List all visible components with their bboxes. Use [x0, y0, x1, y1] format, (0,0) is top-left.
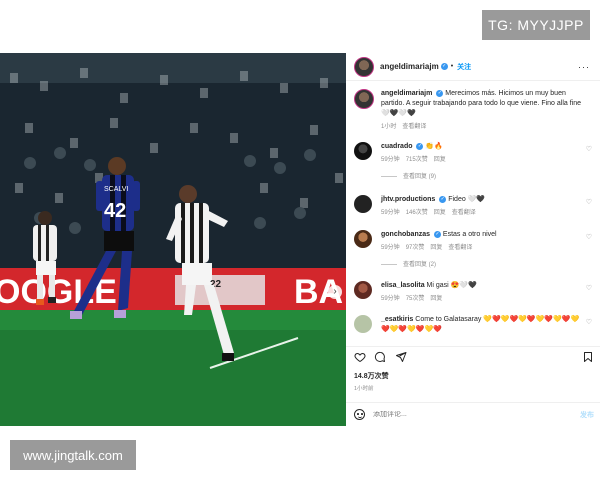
- comment-username[interactable]: elisa_lasolita: [381, 282, 425, 289]
- avatar[interactable]: [354, 195, 372, 213]
- heart-icon[interactable]: ♡: [586, 145, 592, 153]
- post-header: angeldimariajm ✓ • 关注 ···: [346, 53, 600, 81]
- follow-button[interactable]: 关注: [457, 62, 471, 72]
- avatar[interactable]: [354, 56, 374, 77]
- translate-link[interactable]: 查看翻译: [448, 245, 472, 251]
- post-photo[interactable]: OOGLE BA SCALVI 42 22 ›: [0, 53, 346, 426]
- emoji-icon[interactable]: [354, 409, 365, 420]
- verified-icon: ✓: [440, 63, 448, 70]
- avatar[interactable]: [354, 315, 372, 333]
- reply-button[interactable]: 回复: [430, 296, 442, 302]
- verified-icon: ✓: [433, 230, 441, 238]
- comment-username[interactable]: gonchobanzas: [381, 231, 430, 238]
- heart-icon[interactable]: ♡: [586, 233, 592, 241]
- comment-username[interactable]: _esatkiris: [381, 316, 413, 323]
- avatar[interactable]: [354, 89, 374, 109]
- comment-time[interactable]: 59分钟: [381, 245, 400, 251]
- verified-icon: ✓: [439, 195, 447, 203]
- more-icon[interactable]: ···: [578, 62, 590, 72]
- comment-icon[interactable]: [374, 351, 386, 363]
- comment-likes[interactable]: 75次赞: [406, 296, 425, 302]
- comment-likes[interactable]: 146次赞: [406, 210, 428, 216]
- comment-likes[interactable]: 715次赞: [406, 157, 428, 163]
- post-button[interactable]: 发布: [580, 410, 594, 420]
- comment-item: gonchobanzas ✓ Estas a otro nivel 59分钟 97…: [354, 230, 594, 272]
- view-replies-link[interactable]: 查看回复 (2): [381, 260, 580, 270]
- reply-button[interactable]: 回复: [434, 210, 446, 216]
- comment-text: Mi gasi 😍🤍🖤: [426, 282, 477, 289]
- bookmark-icon[interactable]: [582, 351, 594, 363]
- watermark-bottom: www.jingtalk.com: [10, 440, 136, 470]
- likes-count[interactable]: 14.8万次赞: [354, 371, 389, 381]
- chevron-right-icon: ›: [333, 286, 337, 297]
- comment-time[interactable]: 59分钟: [381, 157, 400, 163]
- share-icon[interactable]: [395, 351, 407, 363]
- svg-text:SCALVI: SCALVI: [104, 186, 128, 193]
- avatar[interactable]: [354, 230, 372, 248]
- verified-icon: ✓: [436, 89, 444, 97]
- watermark-top: TG: MYYJJPP: [482, 10, 590, 40]
- avatar[interactable]: [354, 142, 372, 160]
- heart-icon[interactable]: ♡: [586, 284, 592, 292]
- view-replies-link[interactable]: 查看回复 (9): [381, 172, 580, 182]
- comment-username[interactable]: jhtv.productions: [381, 196, 435, 203]
- comment-text: Fideo 🤍🖤: [448, 196, 486, 203]
- comment-text: 👏🔥: [425, 143, 443, 150]
- avatar[interactable]: [354, 281, 372, 299]
- heart-icon[interactable]: ♡: [586, 318, 592, 326]
- comment-item: jhtv.productions ✓ Fideo 🤍🖤 59分钟 146次赞 回复查…: [354, 195, 594, 221]
- comment-username[interactable]: cuadrado: [381, 143, 413, 150]
- comment-item: cuadrado ✓ 👏🔥 59分钟 715次赞 回复 查看回复 (9) ♡: [354, 142, 594, 182]
- translate-link[interactable]: 查看翻译: [452, 210, 476, 216]
- action-bar: [346, 346, 600, 364]
- caption-username[interactable]: angeldimariajm: [381, 90, 432, 97]
- comment-input[interactable]: [373, 411, 543, 418]
- jersey-number-42: 42: [104, 200, 126, 222]
- comment-time[interactable]: 59分钟: [381, 210, 400, 216]
- carousel-next-button[interactable]: ›: [328, 285, 342, 299]
- football-scene: OOGLE BA SCALVI 42 22: [0, 53, 346, 426]
- add-comment-bar: 发布: [346, 402, 600, 426]
- header-username[interactable]: angeldimariajm: [380, 62, 439, 71]
- caption-time[interactable]: 1小时: [381, 124, 396, 130]
- reply-button[interactable]: 回复: [430, 245, 442, 251]
- caption: angeldimariajm ✓ Merecimos más. Hicimos …: [354, 89, 594, 137]
- translate-link[interactable]: 查看翻译: [402, 124, 426, 130]
- comment-text: Estas a otro nivel: [442, 231, 497, 238]
- reply-button[interactable]: 回复: [434, 157, 446, 163]
- comment-item: _esatkiris Come to Galatasaray 💛❤️💛❤️💛❤️…: [354, 315, 594, 343]
- heart-icon[interactable]: [354, 351, 366, 363]
- comments-list[interactable]: angeldimariajm ✓ Merecimos más. Hicimos …: [346, 85, 600, 345]
- post-time: 1小时前: [354, 386, 374, 392]
- comment-likes[interactable]: 97次赞: [406, 245, 425, 251]
- comment-item: elisa_lasolita Mi gasi 😍🤍🖤 59分钟 75次赞 回复 ♡: [354, 281, 594, 307]
- post-details-panel: angeldimariajm ✓ • 关注 ··· angeldimariajm…: [346, 53, 600, 426]
- heart-icon[interactable]: ♡: [586, 198, 592, 206]
- verified-icon: ✓: [416, 142, 424, 150]
- comment-time[interactable]: 59分钟: [381, 296, 400, 302]
